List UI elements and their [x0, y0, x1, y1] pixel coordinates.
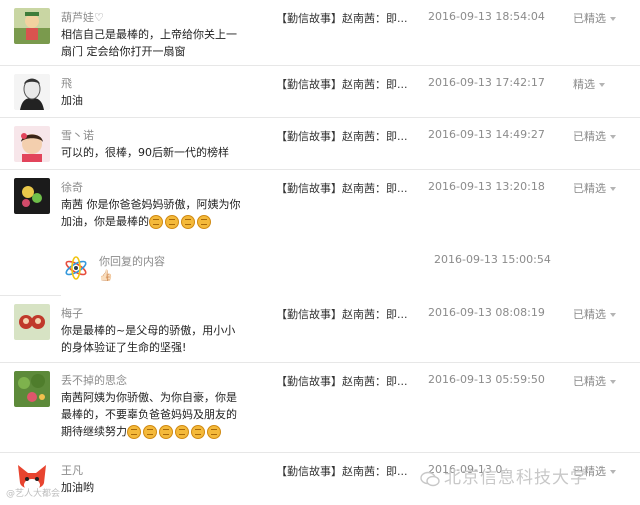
reply-title: 你回复的内容: [99, 255, 165, 268]
featured-status-label: 已精选: [573, 12, 606, 25]
featured-status-label: 已精选: [573, 182, 606, 195]
comment-text: 加油哟: [61, 481, 94, 494]
comment-time: 2016-09-13 14:49:27: [428, 128, 545, 141]
fist-emoji-icon: [191, 424, 205, 439]
girl-avatar[interactable]: [14, 126, 50, 162]
official-account-logo-icon: [63, 255, 89, 281]
watermark-right-text: 北京信息科技大学: [444, 468, 588, 488]
featured-status-dropdown[interactable]: 已精选: [573, 306, 616, 322]
chevron-down-icon: [610, 313, 616, 317]
fist-emoji-icon: [149, 214, 163, 229]
fist-emoji-icon: [197, 214, 211, 229]
comment-time: 2016-09-13 17:42:17: [428, 76, 545, 89]
commenter-name[interactable]: 王凡: [61, 462, 83, 478]
fist-emoji-icon: [165, 214, 179, 229]
article-title-link[interactable]: 【勤信故事】赵南茜：即...: [276, 76, 408, 92]
chevron-down-icon: [610, 17, 616, 21]
watermark-left: @艺人大都会: [6, 489, 61, 499]
comment-text: 加油: [61, 94, 83, 107]
featured-status-dropdown[interactable]: 精选: [573, 76, 605, 92]
featured-status-label: 精选: [573, 78, 595, 91]
featured-status-dropdown[interactable]: 已精选: [573, 10, 616, 26]
featured-status-label: 已精选: [573, 375, 606, 388]
comment-row: 飛 加油 【勤信故事】赵南茜：即... 2016-09-13 17:42:17 …: [0, 66, 640, 118]
article-title-link[interactable]: 【勤信故事】赵南茜：即...: [276, 10, 408, 26]
featured-status-dropdown[interactable]: 已精选: [573, 373, 616, 389]
fist-emoji-icon: [181, 214, 195, 229]
comment-text: 你是最棒的~是父母的骄傲，用小小的身体验证了生命的坚强!: [61, 324, 236, 354]
comment-row: 梅子 你是最棒的~是父母的骄傲，用小小的身体验证了生命的坚强! 【勤信故事】赵南…: [0, 296, 640, 363]
flower-avatar[interactable]: [14, 178, 50, 214]
featured-status-dropdown[interactable]: 已精选: [573, 180, 616, 196]
chevron-down-icon: [610, 380, 616, 384]
chevron-down-icon: [599, 83, 605, 87]
article-title-link[interactable]: 【勤信故事】赵南茜：即...: [276, 463, 408, 479]
fist-emoji-icon: [207, 424, 221, 439]
chevron-down-icon: [610, 470, 616, 474]
dolls-avatar[interactable]: [14, 304, 50, 340]
comment-time: 2016-09-13 05:59:50: [428, 373, 545, 386]
article-title-link[interactable]: 【勤信故事】赵南茜：即...: [276, 180, 408, 196]
reply-text: 👍🏻: [99, 269, 113, 282]
commenter-name[interactable]: 雪丶诺: [61, 127, 94, 143]
featured-status-label: 已精选: [573, 130, 606, 143]
comment-row: 丢不掉的思念 南茜阿姨为你骄傲、为你自豪，你是最棒的，不要辜负爸爸妈妈及朋友的期…: [0, 363, 640, 453]
chevron-down-icon: [610, 187, 616, 191]
commenter-name[interactable]: 徐奇: [61, 179, 83, 195]
commenter-name[interactable]: 梅子: [61, 305, 83, 321]
comment-time: 2016-09-13 08:08:19: [428, 306, 545, 319]
reply-block: 你回复的内容 2016-09-13 15:00:54 👍🏻: [61, 250, 640, 297]
commenter-name[interactable]: 丢不掉的思念: [61, 372, 127, 388]
featured-status-dropdown[interactable]: 已精选: [573, 128, 616, 144]
commenter-name[interactable]: 葫芦娃♡: [61, 9, 104, 25]
comment-text: 可以的，很棒，90后新一代的榜样: [61, 146, 229, 159]
article-title-link[interactable]: 【勤信故事】赵南茜：即...: [276, 373, 408, 389]
comment-text: 南茜阿姨为你骄傲、为你自豪，你是最棒的，不要辜负爸爸妈妈及朋友的期待继续努力: [61, 389, 246, 441]
comment-text: 相信自己是最棒的，上帝给你关上一扇门 定会给你打开一扇窗: [61, 28, 237, 58]
reply-time: 2016-09-13 15:00:54: [434, 253, 551, 266]
article-title-link[interactable]: 【勤信故事】赵南茜：即...: [276, 306, 408, 322]
comment-time: 2016-09-13 13:20:18: [428, 180, 545, 193]
fist-emoji-icon: [175, 424, 189, 439]
fist-emoji-icon: [127, 424, 141, 439]
chevron-down-icon: [610, 135, 616, 139]
watermark-right: 北京信息科技大学: [420, 463, 588, 488]
commenter-name[interactable]: 飛: [61, 75, 72, 91]
garden-avatar[interactable]: [14, 371, 50, 407]
featured-status-label: 已精选: [573, 308, 606, 321]
emoji-group: [149, 214, 213, 231]
cartoon-avatar[interactable]: [14, 8, 50, 44]
fist-emoji-icon: [143, 424, 157, 439]
man-portrait-avatar[interactable]: [14, 74, 50, 110]
comment-text: 南茜 你是你爸爸妈妈骄傲，阿姨为你加油，你是最棒的: [61, 196, 246, 231]
article-title-link[interactable]: 【勤信故事】赵南茜：即...: [276, 128, 408, 144]
comment-time: 2016-09-13 18:54:04: [428, 10, 545, 23]
emoji-group: [127, 424, 223, 441]
comment-row: 雪丶诺 可以的，很棒，90后新一代的榜样 【勤信故事】赵南茜：即... 2016…: [0, 118, 640, 170]
fist-emoji-icon: [159, 424, 173, 439]
wechat-icon: [420, 471, 440, 487]
comment-row: 葫芦娃♡ 相信自己是最棒的，上帝给你关上一扇门 定会给你打开一扇窗 【勤信故事】…: [0, 0, 640, 66]
